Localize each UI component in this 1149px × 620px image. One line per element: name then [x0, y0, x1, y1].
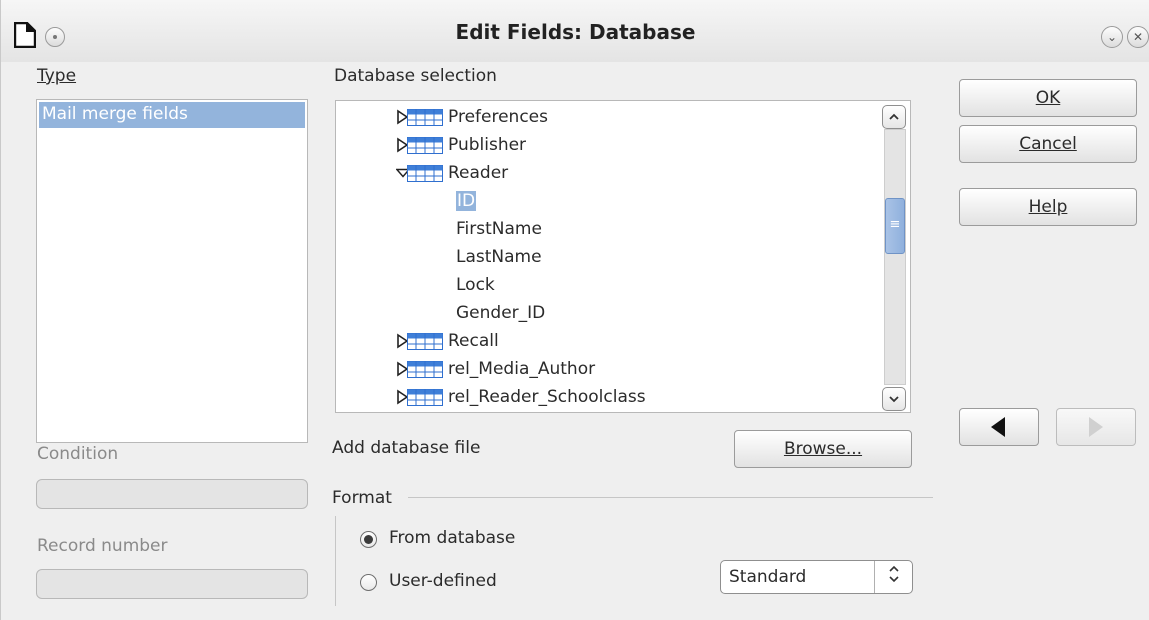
type-listbox[interactable]: Mail merge fields [36, 99, 308, 443]
browse-button-label: Browse... [783, 439, 863, 459]
scroll-down-button[interactable] [882, 387, 906, 411]
type-label: Type [37, 66, 76, 86]
scroll-up-button[interactable] [882, 105, 906, 129]
ok-button-label: OK [1035, 88, 1061, 108]
tree-item-label: Publisher [448, 135, 527, 155]
tree-field-label: ID [456, 191, 477, 211]
tree-scrollbar[interactable]: ≡ [882, 103, 908, 411]
ok-button[interactable]: OK [959, 79, 1137, 117]
table-icon [407, 389, 443, 406]
tree-item-label: Reader [448, 163, 509, 183]
tree-field-firstname[interactable]: FirstName [456, 215, 542, 243]
format-label: Format [332, 488, 392, 508]
cancel-button-label: Cancel [1019, 134, 1077, 154]
scroll-thumb[interactable]: ≡ [885, 198, 905, 254]
tree-field-gender-id[interactable]: Gender_ID [456, 299, 545, 327]
type-item-mail-merge-fields[interactable]: Mail merge fields [39, 102, 305, 128]
table-icon [407, 165, 443, 182]
tree-item-label: Preferences [448, 107, 548, 127]
chevron-up-icon [889, 113, 899, 120]
browse-button[interactable]: Browse... [734, 430, 912, 468]
tree-item-label: rel_Media_Author [448, 359, 596, 379]
from-database-label[interactable]: From database [389, 528, 515, 548]
spin-arrows-icon[interactable] [874, 561, 912, 593]
previous-button[interactable] [959, 408, 1039, 446]
database-tree[interactable]: Preferences Publisher Reader ID FirstNam… [335, 100, 911, 413]
table-icon [407, 137, 443, 154]
format-left-border [335, 516, 336, 606]
chevron-down-icon [889, 396, 899, 403]
help-button-label: Help [1028, 197, 1068, 217]
user-defined-label[interactable]: User-defined [389, 571, 497, 591]
record-number-label: Record number [37, 536, 168, 556]
tree-field-lastname[interactable]: LastName [456, 243, 542, 271]
title-bar: Edit Fields: Database ⌄ ✕ [1, 0, 1149, 62]
tree-item-label: Recall [448, 331, 499, 351]
tree-field-id[interactable]: ID [456, 187, 477, 215]
type-label-text: Type [37, 66, 77, 86]
minimize-button[interactable]: ⌄ [1101, 26, 1123, 48]
user-defined-radio[interactable] [360, 574, 377, 591]
add-database-label: Add database file [332, 438, 481, 458]
cancel-button[interactable]: Cancel [959, 125, 1137, 163]
help-button[interactable]: Help [959, 188, 1137, 226]
format-combo[interactable]: Standard [720, 560, 913, 594]
table-icon [407, 333, 443, 350]
window-title: Edit Fields: Database [455, 20, 696, 44]
condition-field[interactable] [36, 479, 308, 509]
edit-fields-dialog: Edit Fields: Database ⌄ ✕ Type Mail merg… [0, 0, 1149, 620]
table-icon [407, 109, 443, 126]
table-icon [407, 361, 443, 378]
database-selection-label: Database selection [334, 66, 497, 86]
tree-field-lock[interactable]: Lock [456, 271, 495, 299]
record-number-field[interactable] [36, 569, 308, 599]
close-button[interactable]: ✕ [1127, 26, 1149, 48]
condition-label: Condition [37, 444, 119, 464]
next-button[interactable] [1056, 408, 1136, 446]
arrow-right-icon [1089, 417, 1103, 437]
tree-item-label: rel_Reader_Schoolclass [448, 387, 646, 407]
arrow-left-icon [991, 417, 1005, 437]
scroll-track[interactable]: ≡ [884, 129, 906, 385]
from-database-radio[interactable] [360, 531, 377, 548]
format-combo-value: Standard [729, 567, 807, 587]
format-separator [408, 497, 933, 498]
